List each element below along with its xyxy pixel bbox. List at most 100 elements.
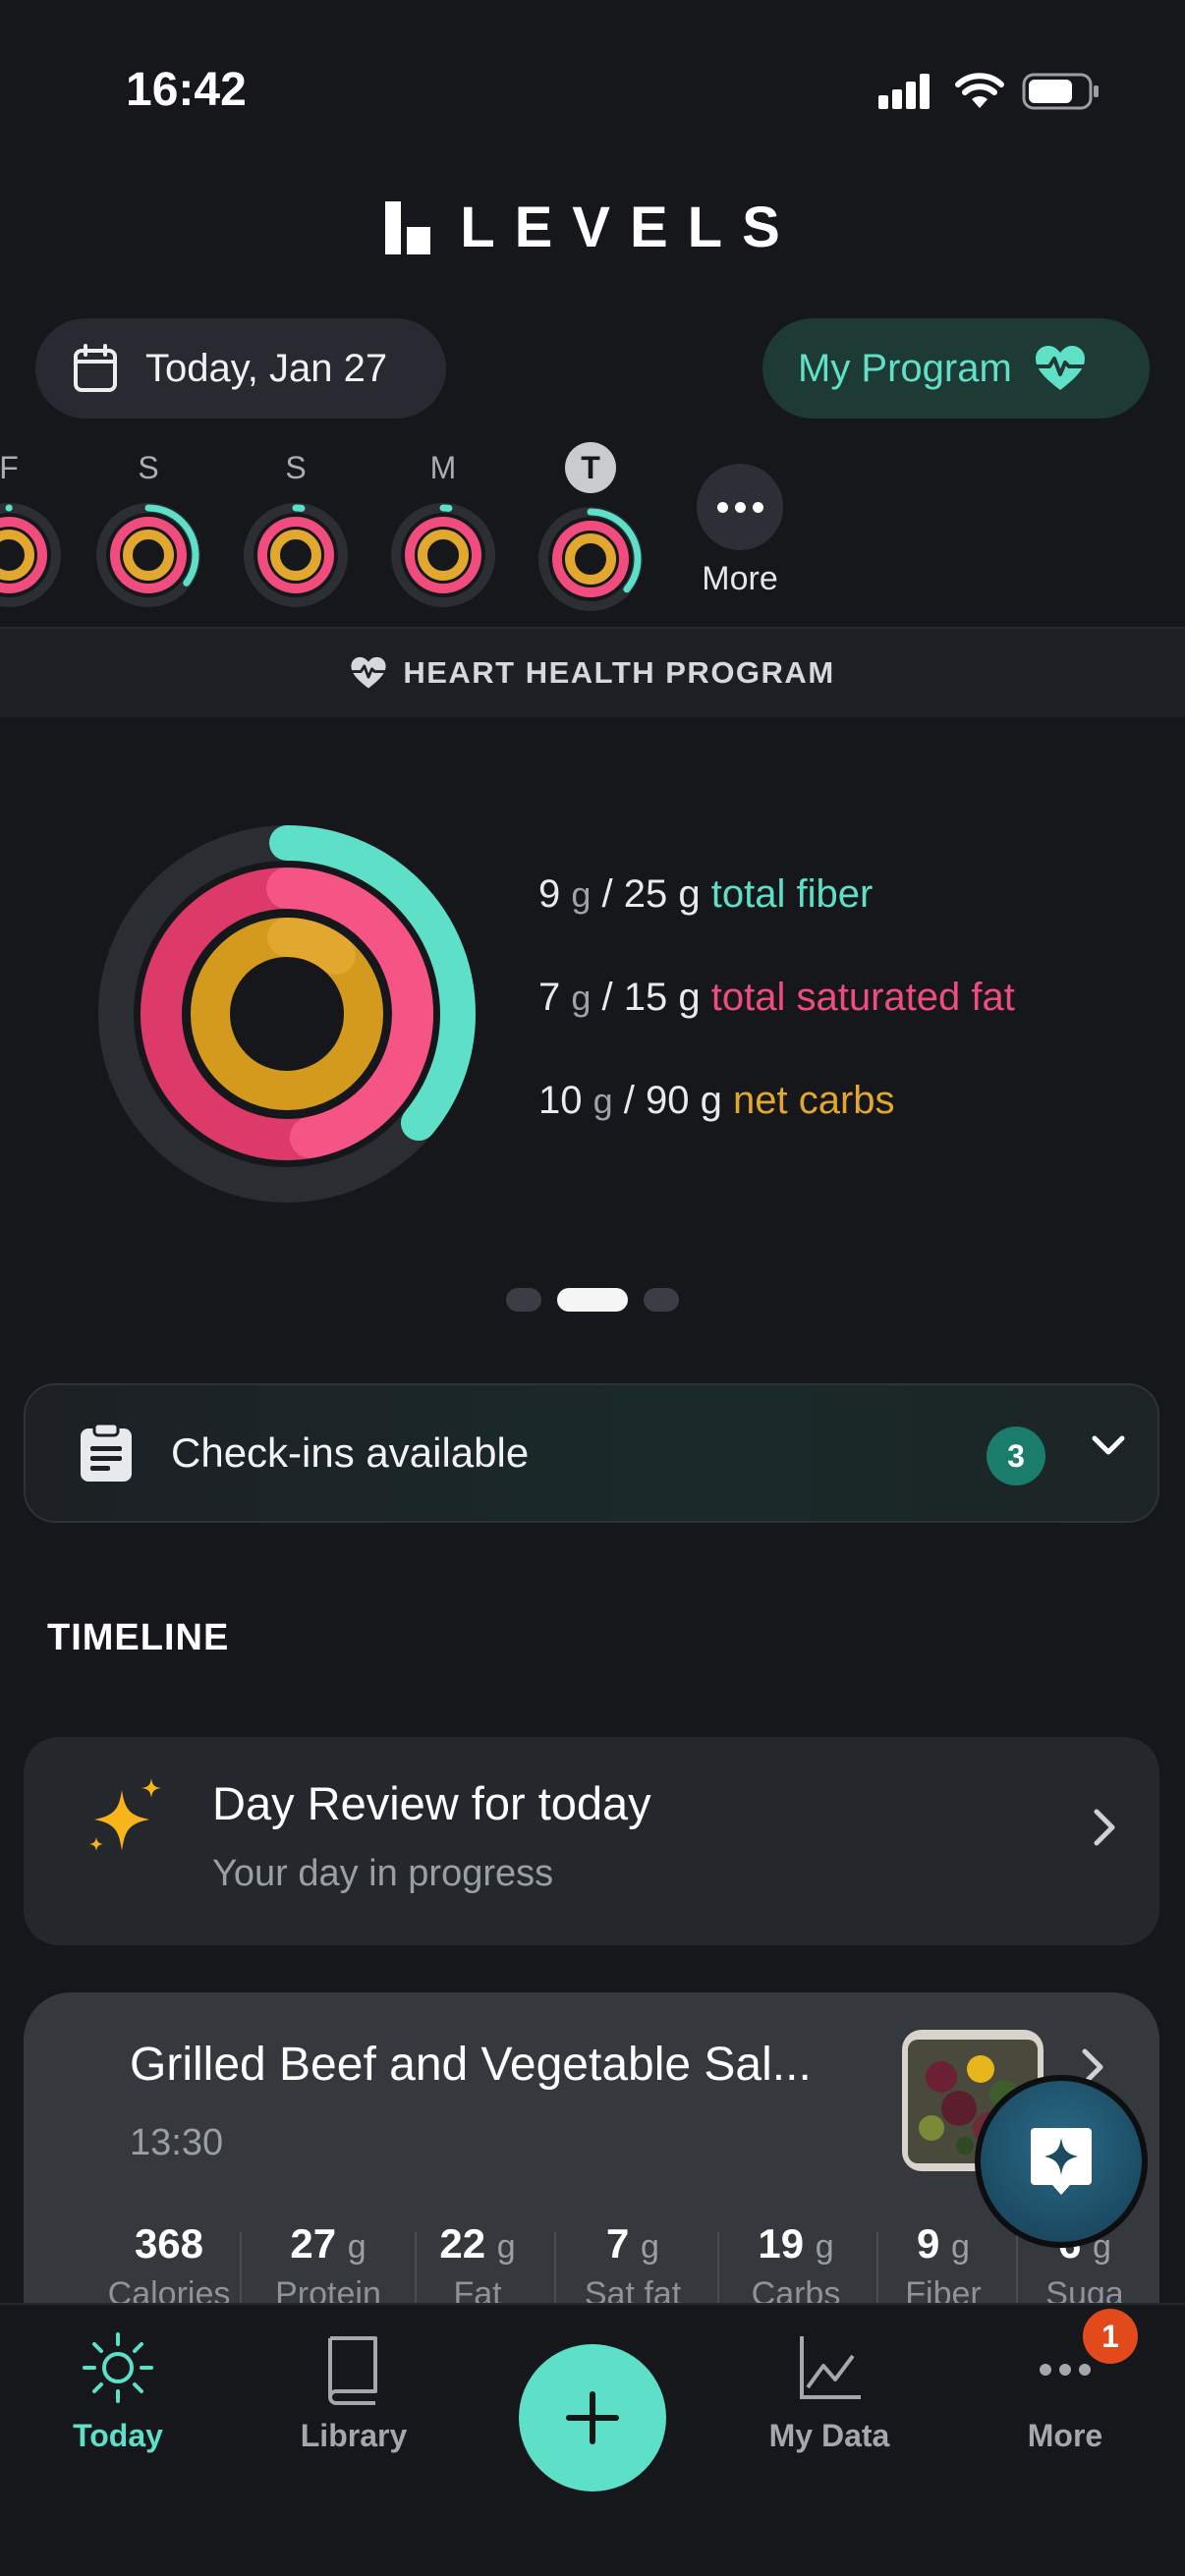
carbs-goal: 90 g <box>646 1079 722 1122</box>
program-banner-label: HEART HEALTH PROGRAM <box>403 655 835 690</box>
program-banner[interactable]: HEART HEALTH PROGRAM <box>0 627 1185 717</box>
carbs-label: net carbs <box>733 1079 895 1122</box>
bottom-nav: Today Library My Data More <box>0 2303 1185 2576</box>
nutrient-value: 9 g <box>917 2220 970 2267</box>
nutrient-value: 22 g <box>439 2220 516 2267</box>
fiber-goal: 25 g <box>623 872 701 916</box>
day-letter: M <box>429 450 457 485</box>
fiber-value: 9 <box>538 872 561 916</box>
fiber-unit: g <box>571 874 592 915</box>
sat-fat-goal: 15 g <box>623 976 701 1019</box>
page-indicator <box>0 1288 1185 1312</box>
more-days-label: More <box>702 560 778 597</box>
day-ring <box>391 503 495 607</box>
signal-icon <box>878 74 930 109</box>
nav-my-data[interactable]: My Data <box>731 2330 928 2454</box>
nutrition-rings[interactable] <box>94 821 480 1206</box>
book-icon <box>328 2336 377 2405</box>
page-dot[interactable] <box>644 1288 679 1312</box>
nutrient-value: 27 g <box>290 2220 367 2267</box>
wifi-icon <box>955 73 1004 108</box>
meal-time: 13:30 <box>130 2122 224 2163</box>
nav-library[interactable]: Library <box>255 2330 452 2454</box>
day-letter: F <box>0 450 19 485</box>
day-item[interactable]: S <box>94 446 202 614</box>
day-item[interactable]: M <box>389 446 497 614</box>
clipboard-icon <box>81 1423 132 1482</box>
sat-fat-unit: g <box>571 978 592 1018</box>
sparkle-icon <box>89 1778 161 1851</box>
nav-my-data-label: My Data <box>768 2418 890 2453</box>
nutrient-divider <box>1016 2232 1018 2307</box>
nutrient-sat-fat: 7 g Sat fat <box>554 2220 711 2307</box>
more-notification-badge: 1 <box>1083 2309 1138 2364</box>
stat-sat-fat: 7 g / 15 g total saturated fat <box>538 976 1015 1019</box>
sat-fat-value: 7 <box>538 976 561 1019</box>
stat-net-carbs: 10 g / 90 g net carbs <box>538 1079 895 1122</box>
carbs-value: 10 <box>538 1079 583 1122</box>
day-review-card[interactable]: Day Review for today Your day in progres… <box>24 1737 1159 1945</box>
ring-stats: 9 g / 25 g total fiber 7 g / 15 g total … <box>538 872 1015 1182</box>
date-label: Today, Jan 27 <box>145 346 388 390</box>
nutrient-fat: 22 g Fat <box>399 2220 556 2307</box>
levels-logo-icon <box>385 200 431 254</box>
meal-title: Grilled Beef and Vegetable Sal... <box>130 2039 812 2091</box>
plus-icon <box>566 2391 619 2444</box>
day-ring <box>0 503 61 607</box>
chart-line-icon <box>800 2336 861 2399</box>
nutrient-value: 368 <box>134 2220 204 2267</box>
date-picker-button[interactable]: Today, Jan 27 <box>35 318 446 419</box>
nutrient-divider <box>415 2232 417 2307</box>
status-time: 16:42 <box>126 64 247 116</box>
chevron-right-icon <box>1094 1809 1115 1846</box>
page-dot-active[interactable] <box>557 1288 628 1312</box>
nutrient-protein: 27 g Protein <box>250 2220 407 2307</box>
chevron-down-icon[interactable] <box>1091 1434 1126 1458</box>
more-days-button[interactable]: More <box>688 464 792 598</box>
timeline-heading: TIMELINE <box>47 1617 230 1658</box>
nutrient-divider <box>876 2232 878 2307</box>
nav-library-label: Library <box>300 2418 408 2453</box>
logo-text: LEVELS <box>460 196 800 259</box>
nav-today-label: Today <box>73 2418 163 2453</box>
battery-icon <box>1022 73 1099 110</box>
day-item[interactable]: T <box>536 442 645 618</box>
chat-sparkle-icon <box>1031 2128 1092 2195</box>
day-ring <box>244 503 348 607</box>
day-review-title: Day Review for today <box>212 1777 651 1829</box>
sat-fat-label: total saturated fat <box>710 976 1015 1019</box>
app-logo: LEVELS <box>0 195 1185 260</box>
calendar-icon <box>74 344 117 392</box>
checkins-count-badge: 3 <box>987 1427 1045 1485</box>
day-item[interactable]: F <box>0 446 63 614</box>
day-review-subtitle: Your day in progress <box>212 1853 554 1894</box>
day-item[interactable]: S <box>242 446 350 614</box>
nutrient-divider <box>240 2232 242 2307</box>
my-program-label: My Program <box>798 346 1012 390</box>
nutrient-calories: 368 Calories <box>90 2220 248 2307</box>
ai-assistant-button[interactable] <box>975 2075 1148 2248</box>
nav-today[interactable]: Today <box>20 2330 216 2454</box>
more-dots-icon <box>697 464 783 550</box>
nutrient-fiber: 9 g Fiber <box>865 2220 1022 2307</box>
page-dot[interactable] <box>506 1288 541 1312</box>
sun-icon <box>83 2332 153 2403</box>
nav-more-label: More <box>1027 2418 1103 2453</box>
nutrient-divider <box>554 2232 556 2307</box>
my-program-button[interactable]: My Program <box>762 318 1150 419</box>
nutrient-value: 19 g <box>758 2220 834 2267</box>
checkins-title: Check-ins available <box>171 1429 530 1476</box>
heart-pulse-icon <box>351 656 386 689</box>
nutrient-divider <box>717 2232 719 2307</box>
nutrient-carbs: 19 g Carbs <box>717 2220 875 2307</box>
day-letter: S <box>138 450 159 485</box>
nutrient-value: 7 g <box>606 2220 659 2267</box>
fiber-label: total fiber <box>710 872 874 916</box>
day-ring <box>538 507 643 611</box>
checkins-card[interactable]: Check-ins available 3 <box>24 1383 1159 1523</box>
carbs-unit: g <box>592 1081 613 1121</box>
day-letter: T <box>565 442 616 493</box>
add-button[interactable] <box>519 2344 666 2492</box>
stat-fiber: 9 g / 25 g total fiber <box>538 872 874 916</box>
day-letter: S <box>285 450 307 485</box>
